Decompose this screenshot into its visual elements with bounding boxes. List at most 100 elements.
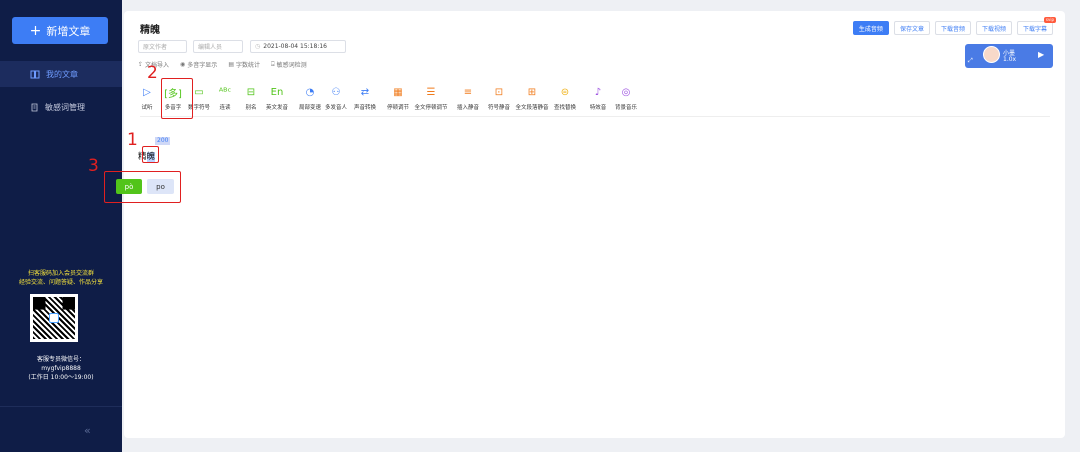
qr-code [30,294,78,342]
paragraph-silence-icon: ⊞ [527,87,537,98]
play-icon[interactable]: ▶ [1038,50,1044,59]
clock-icon: ◷ [255,43,261,50]
tool-multi-speaker[interactable]: ⚇ 多发音人 [321,85,351,111]
sidebar: + 新增文章 我的文章 敏感词管理 扫客服码加入会员交流群 经验交流、问题答疑、… [0,0,122,452]
polyphone-display-link[interactable]: ◉ 多音字显示 [180,60,217,69]
editor-panel: 精魄 原文作者 编辑人员 ◷ 2021-08-04 15:18:16 ⇪ 文档导入… [124,11,1065,438]
effect-icon: ♪ [594,87,602,98]
download-subtitle-button[interactable]: 下载字幕 svip [1016,17,1056,35]
promo-line: 经验交流、问题答疑、作品分享 [18,279,103,286]
count-badge: 200 [155,137,171,145]
listen-icon: ▷ [143,87,151,98]
sidebar-item-my-articles[interactable]: 我的文章 [0,61,122,87]
author-placeholder: 原文作者 [143,44,168,51]
promo-line: 扫客服码加入会员交流群 [27,270,94,277]
service-line: 客服专员微信号： [36,356,85,363]
editor-field[interactable]: 编辑人员 [193,40,243,53]
tool-label: 英文发音 [265,105,288,111]
tool-english[interactable]: En 英文发音 [262,85,292,111]
tool-music[interactable]: ◎ 背景音乐 [611,85,641,111]
tool-label: 多发音人 [324,105,347,111]
avatar [983,46,1000,63]
tool-label: 全文停顿调节 [414,105,448,111]
stats-icon: ▤ [228,61,234,68]
tool-pause[interactable]: ▦ 停顿调节 [383,85,413,111]
promo-text: 扫客服码加入会员交流群 经验交流、问题答疑、作品分享 [0,269,122,287]
sidebar-item-sensitive-words[interactable]: 敏感词管理 [0,94,122,120]
annotation-number-2: 2 [147,63,158,83]
document-icon [31,103,38,111]
check-icon: ⍈ [271,60,275,68]
symbol-silence-icon: ⊡ [494,87,504,98]
plus-icon: + [29,22,42,39]
tool-label: 声音转换 [353,105,376,111]
new-article-button[interactable]: + 新增文章 [12,17,108,44]
tool-replace[interactable]: ⊜ 查找替换 [550,85,580,111]
date-value: 2021-08-04 15:18:16 [263,43,327,50]
tool-label: 试听 [141,105,153,111]
tool-effect[interactable]: ♪ 特效音 [583,85,613,111]
link-label: 字数统计 [235,62,260,69]
silence-icon: ≡ [463,87,473,98]
tool-label: 全文段落静音 [515,105,549,111]
link-label: 多音字显示 [187,62,218,69]
voice-player[interactable]: ⤢ 小墨 1.0x ▶ [965,44,1053,68]
annotation-box-1 [142,146,159,163]
editor-placeholder: 编辑人员 [198,44,223,51]
book-icon [30,70,40,78]
annotation-number-1: 1 [127,130,138,150]
tool-paragraph-silence[interactable]: ⊞ 全文段落静音 [515,85,549,111]
tool-label: 插入静音 [456,105,479,111]
upload-icon: ⇪ [138,61,144,68]
tool-label: 符号静音 [487,105,510,111]
date-field[interactable]: ◷ 2021-08-04 15:18:16 [250,40,346,53]
save-article-button[interactable]: 保存文章 [893,21,930,35]
tool-label: 别名 [245,105,257,111]
tool-voice-convert[interactable]: ⇄ 声音转换 [350,85,380,111]
tool-label: 停顿调节 [386,105,409,111]
eye-icon: ◉ [180,61,186,68]
english-icon: En [270,87,284,98]
music-icon: ◎ [621,87,631,98]
sidebar-item-label: 我的文章 [46,69,78,79]
tool-label: 局部变速 [298,105,321,111]
annotation-box-3 [104,171,181,203]
tool-silence[interactable]: ≡ 插入静音 [453,85,483,111]
replace-icon: ⊜ [560,87,570,98]
toolbar-divider [140,116,1050,117]
liaison-icon: ᴬᴮᶜ [218,87,232,98]
service-line: mygfvip8888 [41,365,81,372]
tool-label: 特效音 [589,105,607,111]
tool-label: 连读 [219,105,231,111]
download-subtitle-label: 下载字幕 [1022,25,1047,33]
download-audio-button[interactable]: 下载音频 [934,21,971,35]
annotation-number-3: 3 [88,156,99,176]
download-video-button[interactable]: 下载视频 [975,21,1012,35]
speed-icon: ◔ [305,87,315,98]
annotation-box-2 [161,78,193,119]
service-info: 客服专员微信号： mygfvip8888 (工作日 10:00～19:00) [0,355,122,382]
sidebar-item-label: 敏感词管理 [45,102,85,112]
service-line: (工作日 10:00～19:00) [28,374,94,381]
voice-speed: 1.0x [1003,56,1017,63]
collapse-icon[interactable]: « [84,424,91,437]
alias-icon: ⊟ [246,87,256,98]
tool-label: 查找替换 [553,105,576,111]
new-article-label: 新增文章 [46,24,91,38]
generate-audio-button[interactable]: 生成音频 [852,21,889,35]
sensitive-check-link[interactable]: ⍈ 敏感词检测 [271,60,307,70]
expand-icon[interactable]: ⤢ [968,57,973,65]
tool-label: 背景音乐 [614,105,637,111]
tool-global-pause[interactable]: ☰ 全文停顿调节 [414,85,448,111]
sidebar-divider [0,406,122,407]
number-icon: ▭ [194,87,204,98]
word-count-link[interactable]: ▤ 字数统计 [228,60,260,69]
top-buttons: 生成音频 保存文章 下载音频 下载视频 下载字幕 svip [852,17,1056,35]
tool-symbol-silence[interactable]: ⊡ 符号静音 [484,85,514,111]
author-field[interactable]: 原文作者 [138,40,187,53]
pause-icon: ▦ [393,87,403,98]
link-label: 敏感词检测 [276,62,307,69]
multi-speaker-icon: ⚇ [331,87,341,98]
voice-convert-icon: ⇄ [360,87,370,98]
article-title[interactable]: 精魄 [140,21,160,36]
